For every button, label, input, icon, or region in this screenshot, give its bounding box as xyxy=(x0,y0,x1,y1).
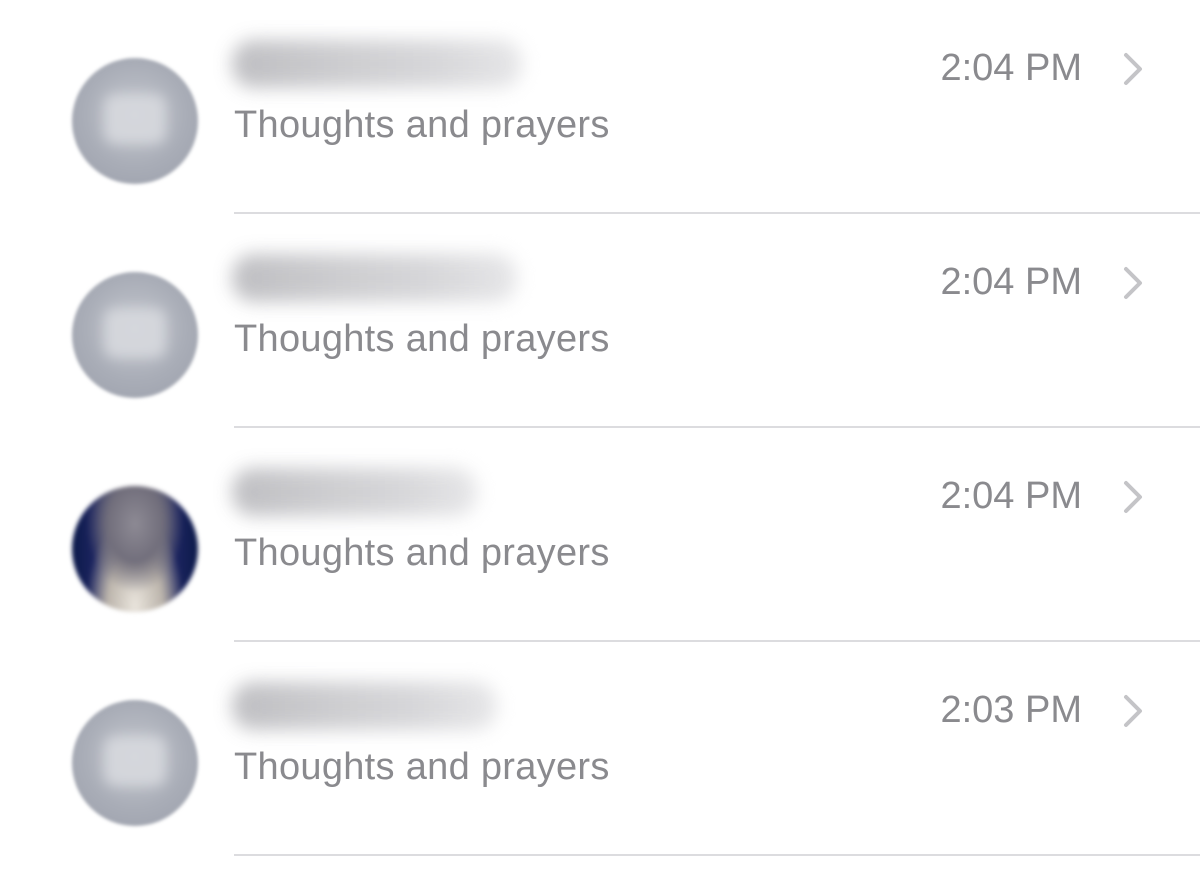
conversation-row[interactable]: Thoughts and prayers 2:03 PM xyxy=(0,642,1200,856)
conversation-row[interactable]: Thoughts and prayers 2:04 PM xyxy=(0,214,1200,428)
contact-name-redacted xyxy=(232,254,517,302)
row-divider xyxy=(234,854,1200,856)
message-preview: Thoughts and prayers xyxy=(234,318,610,360)
conversation-row[interactable]: Thoughts and prayers 2:04 PM xyxy=(0,0,1200,214)
contact-avatar-icon xyxy=(72,58,198,184)
message-preview: Thoughts and prayers xyxy=(234,532,610,574)
message-preview: Thoughts and prayers xyxy=(234,104,610,146)
message-preview: Thoughts and prayers xyxy=(234,746,610,788)
conversation-list: Thoughts and prayers 2:04 PM Thoughts an… xyxy=(0,0,1200,896)
chevron-right-icon xyxy=(1124,267,1142,299)
chevron-right-icon xyxy=(1124,53,1142,85)
contact-name-redacted xyxy=(232,468,477,516)
message-time: 2:04 PM xyxy=(940,475,1082,517)
message-time: 2:03 PM xyxy=(940,689,1082,731)
conversation-row[interactable]: Thoughts and prayers 2:04 PM xyxy=(0,428,1200,642)
contact-avatar-icon xyxy=(72,700,198,826)
message-time: 2:04 PM xyxy=(940,261,1082,303)
chevron-right-icon xyxy=(1124,695,1142,727)
contact-photo-avatar xyxy=(72,486,198,612)
message-time: 2:04 PM xyxy=(940,47,1082,89)
contact-avatar-icon xyxy=(72,272,198,398)
contact-name-redacted xyxy=(232,40,522,88)
chevron-right-icon xyxy=(1124,481,1142,513)
contact-name-redacted xyxy=(232,682,497,730)
